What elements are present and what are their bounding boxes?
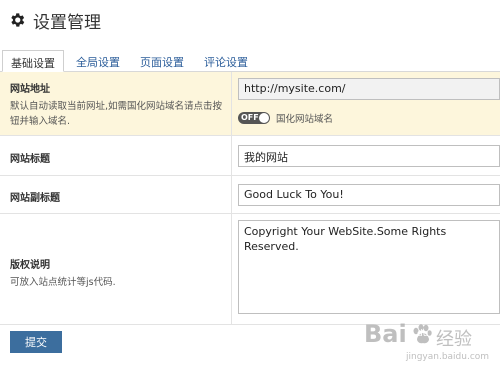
site-title-label: 网站标题 (10, 154, 50, 165)
copyright-label: 版权说明 (10, 260, 50, 271)
site-url-description: 默认自动读取当前网址,如需国化网站域名请点击按钮并输入域名. (10, 101, 223, 127)
site-url-field-cell: http://mysite.com/ OFF 国化网站域名 (232, 72, 500, 135)
toggle-state-text: OFF (241, 113, 259, 122)
settings-form: 网站地址 默认自动读取当前网址,如需国化网站域名请点击按钮并输入域名. http… (0, 72, 500, 325)
site-subtitle-row: 网站副标题 Good Luck To You! (0, 176, 500, 214)
baidu-watermark: Bai du 经验 jingyan.baidu.com (344, 318, 494, 368)
settings-page: 设置管理 基础设置 全局设置 页面设置 评论设置 网站地址 默认自动读取当前网址… (0, 0, 500, 375)
page-title: 设置管理 (33, 12, 101, 33)
custom-domain-toggle-row: OFF 国化网站域名 (238, 111, 500, 125)
tab-global-settings[interactable]: 全局设置 (68, 50, 128, 72)
page-header: 设置管理 (8, 8, 101, 33)
site-url-input[interactable]: http://mysite.com/ (238, 78, 500, 100)
site-url-label-cell: 网站地址 默认自动读取当前网址,如需国化网站域名请点击按钮并输入域名. (0, 72, 232, 135)
site-title-field-cell: 我的网站 (232, 136, 500, 175)
tab-comment-settings[interactable]: 评论设置 (196, 50, 256, 72)
copyright-field-cell: Copyright Your WebSite.Some Rights Reser… (232, 214, 500, 324)
copyright-label-cell: 版权说明 可放入站点统计等js代码. (0, 214, 232, 324)
copyright-textarea[interactable]: Copyright Your WebSite.Some Rights Reser… (238, 220, 500, 314)
watermark-url: jingyan.baidu.com (406, 352, 490, 362)
site-url-row: 网站地址 默认自动读取当前网址,如需国化网站域名请点击按钮并输入域名. http… (0, 72, 500, 136)
copyright-row: 版权说明 可放入站点统计等js代码. Copyright Your WebSit… (0, 214, 500, 325)
site-title-row: 网站标题 我的网站 (0, 136, 500, 176)
custom-domain-toggle[interactable]: OFF (238, 112, 270, 124)
watermark-suffix: 经验 (436, 329, 472, 350)
site-title-label-cell: 网站标题 (0, 136, 232, 175)
site-subtitle-label-cell: 网站副标题 (0, 176, 232, 213)
site-subtitle-field-cell: Good Luck To You! (232, 176, 500, 213)
site-subtitle-label: 网站副标题 (10, 193, 60, 204)
submit-button[interactable]: 提交 (10, 331, 62, 353)
site-url-label: 网站地址 (10, 84, 50, 95)
gear-icon (11, 13, 25, 27)
site-subtitle-input[interactable]: Good Luck To You! (238, 184, 500, 206)
site-title-input[interactable]: 我的网站 (238, 145, 500, 167)
toggle-knob (259, 113, 269, 123)
copyright-description: 可放入站点统计等js代码. (10, 277, 116, 288)
tab-page-settings[interactable]: 页面设置 (132, 50, 192, 72)
tab-basic-settings[interactable]: 基础设置 (2, 50, 64, 72)
watermark-paw-text: du (417, 329, 429, 339)
tab-bar: 基础设置 全局设置 页面设置 评论设置 (0, 50, 500, 72)
watermark-brand: Bai (364, 320, 407, 348)
custom-domain-toggle-label: 国化网站域名 (276, 114, 334, 125)
